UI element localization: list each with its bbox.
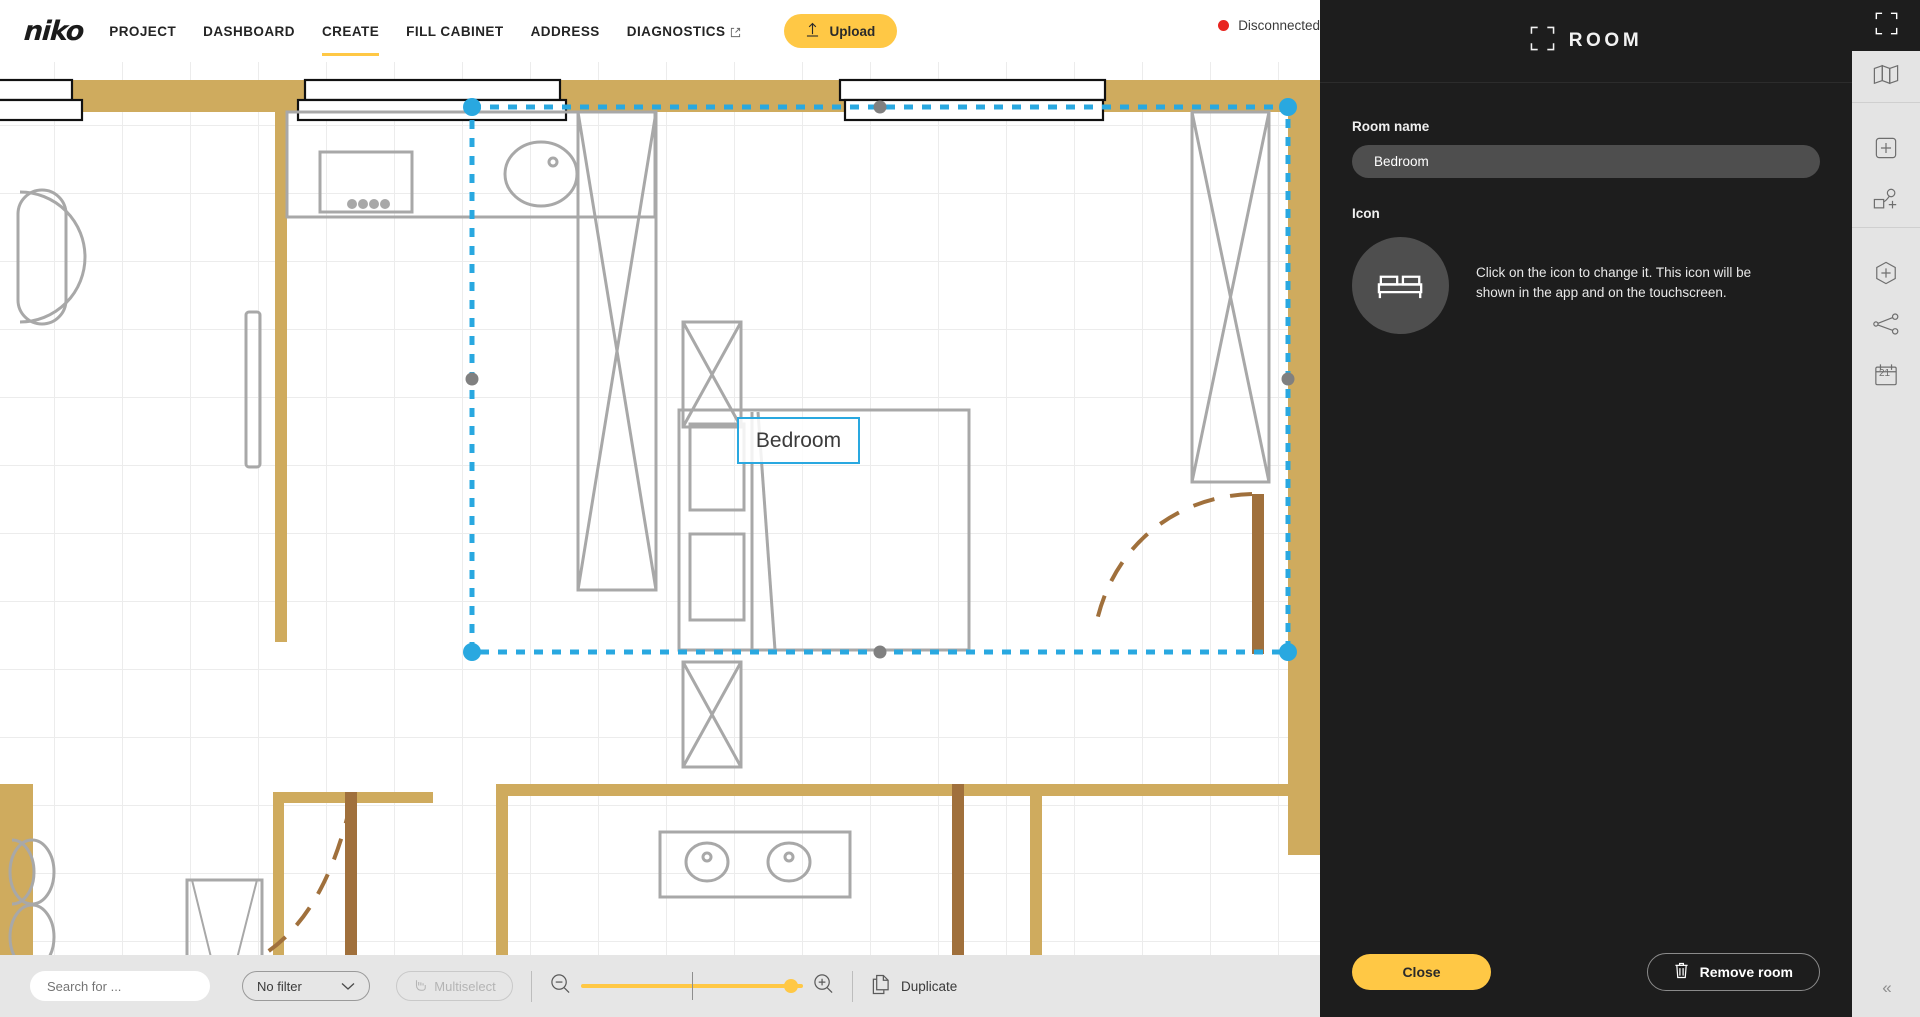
selection-handle-top-left[interactable] — [463, 98, 481, 116]
canvas-room-label-text: Bedroom — [755, 428, 842, 452]
niko-logo[interactable]: niko — [23, 16, 84, 47]
selection-handle-right-middle[interactable] — [1281, 372, 1295, 386]
panel-body: Room name Icon Click on the icon to chan… — [1320, 83, 1852, 334]
icon-section: Click on the icon to change it. This ico… — [1352, 237, 1820, 334]
walls-layer — [0, 80, 1320, 955]
duplicate-label: Duplicate — [901, 978, 958, 994]
zoom-slider[interactable] — [581, 972, 803, 1000]
room-name-input[interactable] — [1352, 145, 1820, 178]
add-device-icon — [1873, 188, 1899, 216]
nav-item-create[interactable]: CREATE — [321, 23, 380, 56]
toolbar-divider-1 — [531, 970, 532, 1002]
status-dot-icon — [1218, 20, 1230, 31]
nav-item-diagnostics-label: DIAGNOSTICS — [626, 23, 726, 39]
floorplan-canvas[interactable]: Bedroom — [0, 62, 1350, 955]
connection-status-label: Disconnected — [1238, 18, 1320, 33]
duplicate-icon — [871, 974, 890, 998]
nav-item-fill-cabinet-label: FILL CABINET — [406, 23, 504, 39]
calendar-icon: 21 — [1874, 363, 1898, 392]
room-icon — [1530, 26, 1555, 56]
upload-button-label: Upload — [829, 23, 876, 39]
room-icon — [1875, 12, 1898, 40]
multiselect-label: Multiselect — [434, 978, 496, 994]
selection-handle-bottom-right[interactable] — [1279, 643, 1297, 661]
remove-room-label: Remove room — [1699, 964, 1793, 980]
zoom-control — [550, 972, 834, 1000]
nav-item-address[interactable]: ADDRESS — [531, 24, 600, 39]
floorplan-drawing — [0, 78, 1320, 955]
zoom-slider-knob[interactable] — [784, 979, 798, 993]
room-type-icon-button[interactable] — [1352, 237, 1449, 334]
cursor-add-icon — [413, 978, 427, 995]
multiselect-button[interactable]: Multiselect — [396, 971, 513, 1001]
selection-handle-top-right[interactable] — [1279, 98, 1297, 116]
calendar-day-label: 21 — [1879, 368, 1891, 379]
selection-handle-bottom-middle[interactable] — [873, 645, 887, 659]
chevron-down-icon — [341, 979, 355, 994]
zoom-out-icon[interactable] — [550, 973, 571, 999]
chevron-double-left-icon: « — [1882, 978, 1892, 997]
selection-outline[interactable] — [469, 104, 1291, 655]
nav-item-project[interactable]: PROJECT — [109, 24, 176, 39]
rail-separator-1 — [1852, 102, 1920, 103]
rail-item-add-hexagon[interactable] — [1852, 250, 1920, 301]
filter-dropdown[interactable]: No filter — [242, 971, 370, 1001]
rail-item-room[interactable] — [1852, 0, 1920, 51]
selection-handle-left-middle[interactable] — [465, 372, 479, 386]
connection-status: Disconnected — [1218, 18, 1320, 33]
room-name-label: Room name — [1352, 119, 1430, 134]
furniture-layer — [8, 110, 1271, 955]
remove-room-button[interactable]: Remove room — [1646, 953, 1820, 991]
add-square-icon — [1875, 137, 1897, 164]
zoom-in-icon[interactable] — [813, 973, 834, 999]
rail-separator-2 — [1852, 227, 1920, 228]
network-share-icon — [1873, 313, 1899, 340]
duplicate-button[interactable]: Duplicate — [871, 974, 957, 998]
rail-item-map[interactable] — [1852, 51, 1920, 102]
room-properties-panel: ROOM Room name Icon Click o — [1320, 0, 1852, 1017]
icon-section-label: Icon — [1352, 206, 1380, 221]
nav-item-create-label: CREATE — [321, 23, 380, 39]
canvas-room-label[interactable]: Bedroom — [737, 417, 860, 464]
external-link-icon — [730, 26, 741, 37]
bed-icon — [1377, 267, 1425, 305]
trash-icon — [1674, 962, 1689, 982]
bottom-toolbar: No filter Multiselect — [0, 955, 1350, 1017]
panel-title: ROOM — [1568, 30, 1643, 51]
rail-item-add-device[interactable] — [1852, 176, 1920, 227]
top-navigation-bar: niko PROJECT DASHBOARD CREATE FILL CABIN… — [0, 0, 1350, 62]
filter-dropdown-value: No filter — [257, 978, 302, 994]
add-hexagon-icon — [1874, 261, 1898, 290]
search-input[interactable] — [30, 971, 210, 1001]
upload-icon — [806, 22, 819, 40]
panel-footer: Close Remove room — [1320, 927, 1852, 1017]
rail-item-network-share[interactable] — [1852, 301, 1920, 352]
toolbar-divider-2 — [852, 970, 853, 1002]
nav-item-diagnostics[interactable]: DIAGNOSTICS — [627, 24, 742, 39]
nav-item-dashboard-label: DASHBOARD — [203, 23, 295, 39]
close-button[interactable]: Close — [1352, 954, 1491, 990]
rail-item-calendar[interactable]: 21 — [1852, 352, 1920, 403]
collapse-rail-button[interactable]: « — [1852, 973, 1920, 1003]
panel-header: ROOM — [1320, 0, 1852, 83]
zoom-slider-tick — [692, 972, 693, 1000]
app-root: niko PROJECT DASHBOARD CREATE FILL CABIN… — [0, 0, 1920, 1017]
nav-item-dashboard[interactable]: DASHBOARD — [203, 24, 295, 39]
rail-item-add-square[interactable] — [1852, 125, 1920, 176]
upload-button[interactable]: Upload — [784, 14, 898, 48]
nav-item-fill-cabinet[interactable]: FILL CABINET — [406, 24, 503, 39]
selection-handle-bottom-left[interactable] — [463, 643, 481, 661]
right-icon-rail: 21 « — [1852, 0, 1920, 1017]
selection-handle-top-middle[interactable] — [873, 100, 887, 114]
nav-item-project-label: PROJECT — [109, 23, 177, 39]
nav-item-address-label: ADDRESS — [530, 23, 600, 39]
icon-description: Click on the icon to change it. This ico… — [1476, 265, 1752, 301]
map-icon — [1873, 64, 1899, 90]
